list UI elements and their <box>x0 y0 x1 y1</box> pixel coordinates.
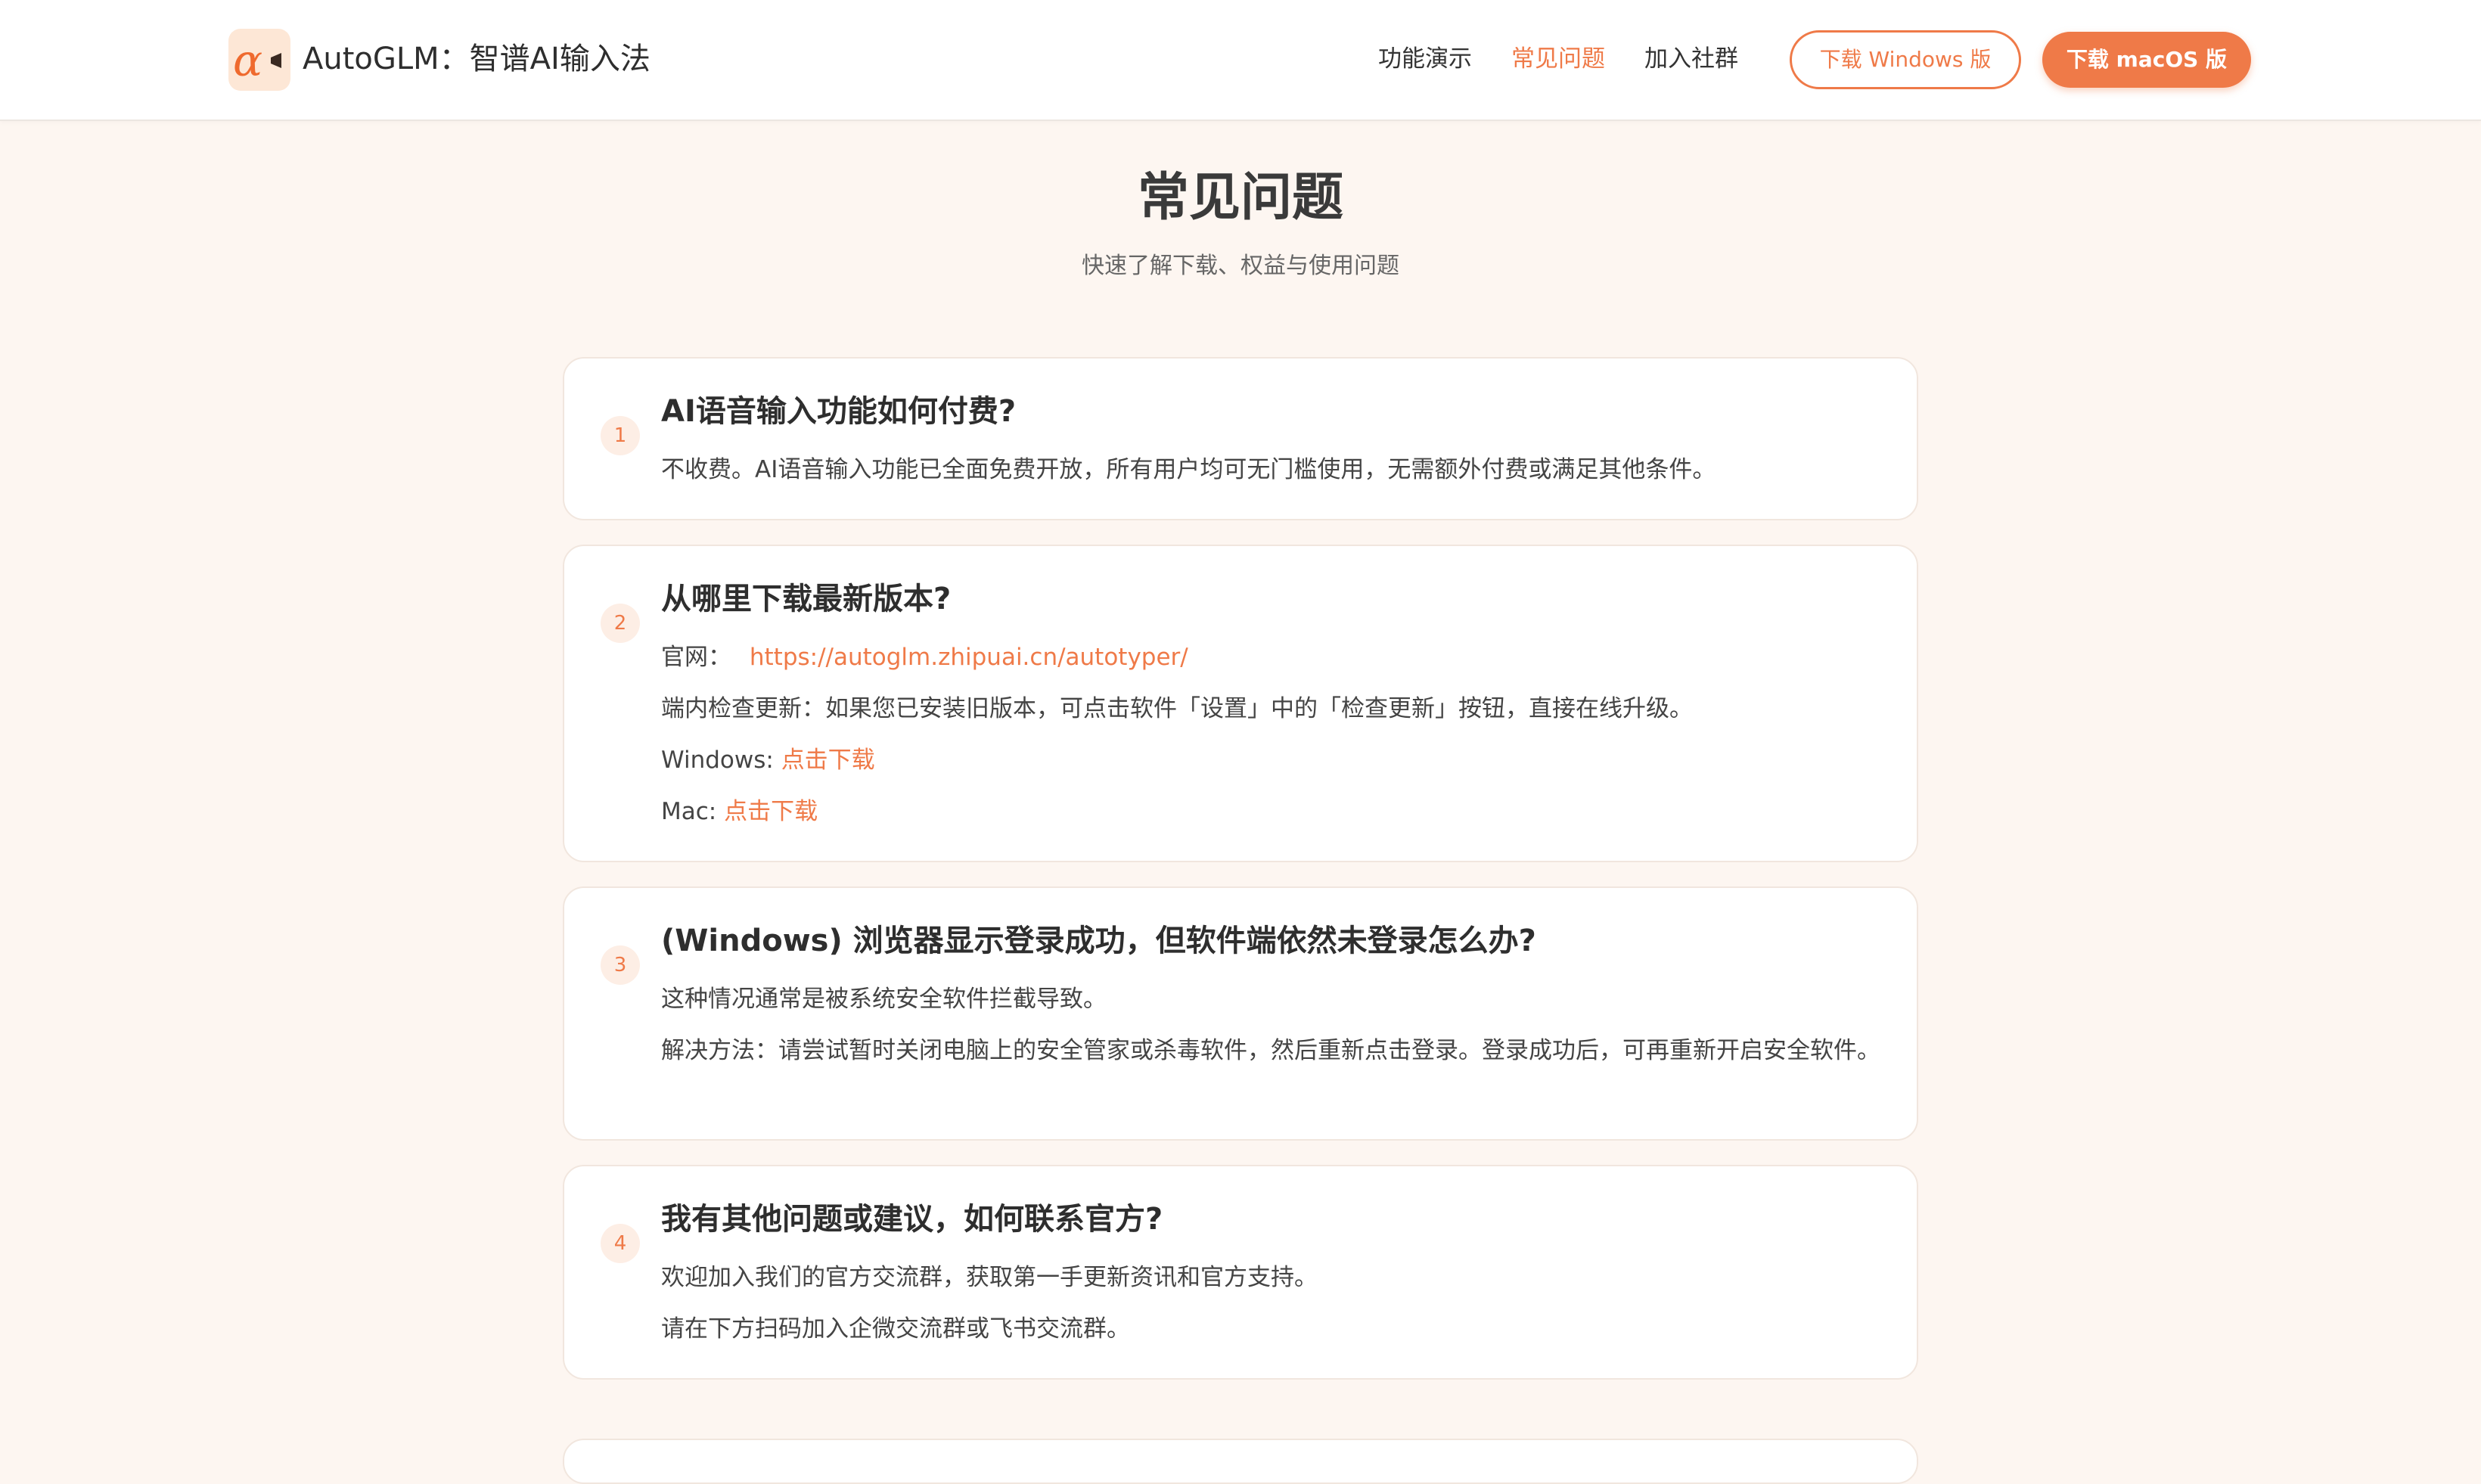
official-site-label: 官网： <box>661 644 731 671</box>
mac-label: Mac: <box>661 798 717 825</box>
windows-label: Windows: <box>661 747 774 774</box>
faq-card-3: 3 (Windows) 浏览器显示登录成功，但软件端依然未登录怎么办? 这种情况… <box>563 886 1918 1141</box>
faq-question: (Windows) 浏览器显示登录成功，但软件端依然未登录怎么办? <box>661 924 1536 958</box>
faq-solution: 解决方法：请尝试暂时关闭电脑上的安全管家或杀毒软件，然后重新点击登录。登录成功后… <box>661 1037 1880 1064</box>
page-subtitle: 快速了解下载、权益与使用问题 <box>1082 253 1399 279</box>
top-header: α AutoGLM：智谱AI输入法 功能演示 常见问题 加入社群 下载 Wind… <box>0 0 2481 121</box>
faq-question: AI语音输入功能如何付费? <box>661 394 1017 429</box>
svg-text:α: α <box>233 35 262 86</box>
faq-number-badge: 1 <box>601 416 640 455</box>
official-site-link[interactable]: https://autoglm.zhipuai.cn/autotyper/ <box>750 644 1188 671</box>
faq-card-1: 1 AI语音输入功能如何付费? 不收费。AI语音输入功能已全面免费开放，所有用户… <box>563 357 1918 520</box>
mac-download-line: Mac: 点击下载 <box>661 793 818 830</box>
alpha-logo-icon[interactable]: α <box>228 29 290 91</box>
page-title: 常见问题 <box>1137 168 1343 228</box>
faq-number-badge: 2 <box>601 604 640 643</box>
faq-answer-contact: 请在下方扫码加入企微交流群或飞书交流群。 <box>661 1315 1130 1343</box>
official-site-line: 官网： https://autoglm.zhipuai.cn/autotyper… <box>661 638 1188 676</box>
faq-card-4: 4 我有其他问题或建议，如何联系官方? 欢迎加入我们的官方交流群，获取第一手更新… <box>563 1165 1918 1380</box>
faq-card-next <box>563 1439 1918 1484</box>
download-windows-button[interactable]: 下载 Windows 版 <box>1790 30 2021 89</box>
faq-answer: 欢迎加入我们的官方交流群，获取第一手更新资讯和官方支持。 <box>661 1264 1318 1291</box>
windows-download-link[interactable]: 点击下载 <box>781 747 875 774</box>
nav-features[interactable]: 功能演示 <box>1378 41 1472 77</box>
faq-question: 从哪里下载最新版本? <box>661 582 952 616</box>
download-macos-button[interactable]: 下载 macOS 版 <box>2042 32 2251 88</box>
update-instructions: 端内检查更新：如果您已安装旧版本，可点击软件「设置」中的「检查更新」按钮，直接在… <box>661 695 1693 722</box>
faq-answer: 这种情况通常是被系统安全软件拦截导致。 <box>661 986 1107 1013</box>
mac-download-link[interactable]: 点击下载 <box>724 798 818 825</box>
nav-community[interactable]: 加入社群 <box>1644 41 1738 77</box>
faq-answer: 不收费。AI语音输入功能已全面免费开放，所有用户均可无门槛使用，无需额外付费或满… <box>661 456 1716 483</box>
brand-title[interactable]: AutoGLM：智谱AI输入法 <box>303 38 651 80</box>
faq-number-badge: 4 <box>601 1224 640 1263</box>
faq-card-2: 2 从哪里下载最新版本? 官网： https://autoglm.zhipuai… <box>563 545 1918 862</box>
faq-number-badge: 3 <box>601 945 640 985</box>
nav-faq[interactable]: 常见问题 <box>1511 41 1605 77</box>
faq-question: 我有其他问题或建议，如何联系官方? <box>661 1202 1163 1237</box>
windows-download-line: Windows: 点击下载 <box>661 741 875 779</box>
